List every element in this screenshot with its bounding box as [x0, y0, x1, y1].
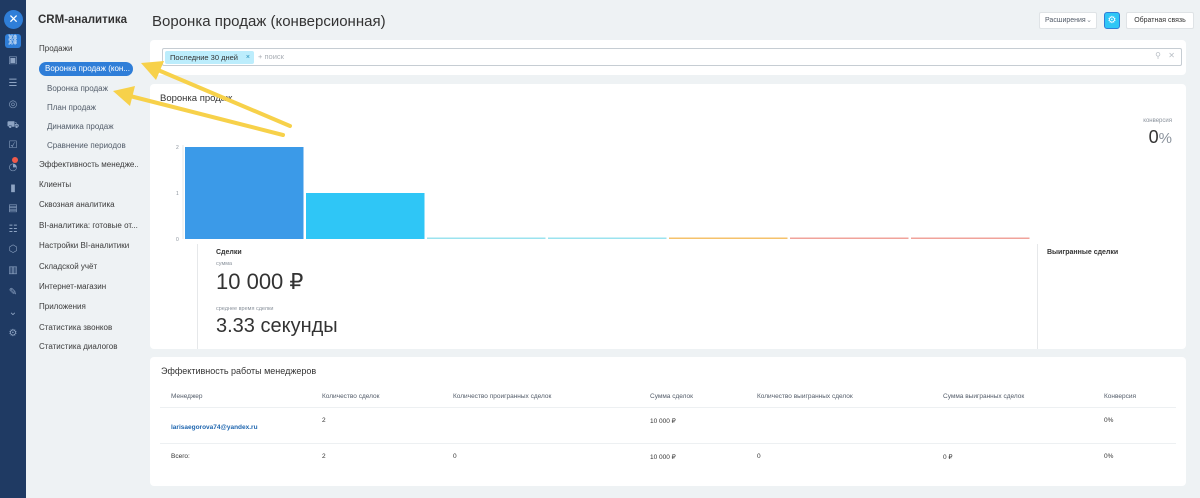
market-icon[interactable]: ⬡ — [5, 243, 21, 257]
main-content: Воронка продаж (конверсионная) Расширени… — [138, 0, 1200, 498]
managers-table-panel: Эффективность работы менеджеров Менеджер… — [150, 357, 1186, 486]
app-icon-rail: ✕ ⛓ ▣ ☰ ◎ ⛟ ☑ ◔ ▮ ▤ ☷ ⬡ ▥ ✎ ⌄ ⚙ — [0, 0, 26, 498]
total-label: Всего: — [171, 453, 190, 460]
funnel-bar[interactable] — [306, 193, 425, 239]
page-title: Воронка продаж (конверсионная) — [152, 13, 386, 30]
settings-icon[interactable]: ⚙ — [5, 327, 21, 341]
funnel-bar[interactable] — [185, 147, 304, 239]
search-input[interactable]: + поиск — [258, 52, 284, 61]
total-conversion: 0% — [1104, 453, 1114, 460]
menu-title: CRM-аналитика — [38, 14, 127, 26]
menu-item-manager-efficiency[interactable]: Эффективность менедже... — [39, 160, 141, 169]
crm-analytics-menu: CRM-аналитика Продажи Воронка продаж (ко… — [26, 0, 141, 498]
funnel-bar[interactable] — [669, 237, 788, 240]
col-conversion: Конверсия — [1104, 393, 1137, 400]
menu-item-funnel-conversion[interactable]: Воронка продаж (кон... — [39, 62, 133, 76]
deals-heading: Сделки — [216, 249, 242, 256]
col-lost-count: Количество проигранных сделок — [453, 393, 552, 400]
conversion-value: 0% — [1149, 127, 1172, 148]
settings-button[interactable]: ⚙ — [1104, 12, 1120, 29]
col-deal-count: Количество сделок — [322, 393, 380, 400]
y-tick-label: 2 — [176, 145, 179, 151]
chevron-down-icon: ⌄ — [1086, 17, 1092, 24]
gear-icon: ⚙ — [1107, 15, 1117, 26]
menu-item-applications[interactable]: Приложения — [39, 302, 86, 311]
total-deal-sum: 10 000 ₽ — [650, 454, 676, 461]
col-won-sum: Сумма выигранных сделок — [943, 393, 1025, 400]
funnel-title: Воронка продаж — [160, 93, 233, 104]
row-divider — [160, 443, 1176, 444]
feedback-button[interactable]: Обратная связь — [1126, 12, 1194, 29]
contacts-icon[interactable]: ▤ — [5, 202, 21, 216]
funnel-bar[interactable] — [427, 237, 546, 240]
docs-icon[interactable]: ▥ — [5, 264, 21, 278]
total-won-sum: 0 ₽ — [943, 454, 953, 461]
storage-icon[interactable]: ☰ — [5, 77, 21, 91]
menu-item-clients[interactable]: Клиенты — [39, 180, 71, 189]
search-icon[interactable]: ⚲ — [1155, 51, 1161, 60]
crm-icon[interactable]: ▣ — [5, 54, 21, 68]
link-icon[interactable]: ⛓ — [5, 34, 21, 48]
funnel-bar[interactable] — [548, 237, 667, 240]
sites-icon[interactable]: ◎ — [5, 98, 21, 112]
avg-time-label: среднее время сделки — [216, 306, 274, 312]
sum-label: сумма — [216, 261, 233, 267]
total-lost-count: 0 — [453, 453, 457, 460]
avg-time-value: 3.33 секунды — [216, 315, 338, 337]
shop-icon[interactable]: ⛟ — [5, 119, 21, 133]
y-tick-label: 1 — [176, 191, 179, 197]
menu-item-call-stats[interactable]: Статистика звонков — [39, 323, 112, 332]
y-tick-label: 0 — [176, 237, 179, 243]
funnel-chart: 2 1 0 — [176, 145, 1030, 243]
cell-deal-count: 2 — [322, 417, 326, 424]
close-icon[interactable]: ✕ — [4, 10, 23, 29]
conversion-number: 0 — [1148, 127, 1159, 147]
col-deal-sum: Сумма сделок — [650, 393, 693, 400]
feed-icon[interactable]: ◔ — [5, 161, 21, 175]
funnel-panel: Воронка продаж конверсия 0% 2 1 0 Сделки с… — [150, 84, 1186, 349]
cell-deal-sum: 10 000 ₽ — [650, 418, 676, 425]
won-deals-heading: Выигранные сделки — [1047, 249, 1119, 256]
chip-remove-icon[interactable]: × — [246, 51, 250, 64]
period-filter-chip[interactable]: Последние 30 дней × — [165, 51, 254, 64]
funnel-bar[interactable] — [911, 237, 1030, 240]
cell-conversion: 0% — [1104, 417, 1114, 424]
header-divider — [160, 407, 1176, 408]
col-manager: Менеджер — [171, 393, 203, 400]
menu-item-online-store[interactable]: Интернет-магазин — [39, 282, 106, 291]
col-won-count: Количество выигранных сделок — [757, 393, 853, 400]
menu-item-bi-settings[interactable]: Настройки BI-аналитики — [39, 241, 129, 250]
total-deal-count: 2 — [322, 453, 326, 460]
filter-search-box[interactable]: Последние 30 дней × + поиск ⚲ ✕ — [162, 48, 1182, 66]
total-won-count: 0 — [757, 453, 761, 460]
extensions-select[interactable]: Расширения ⌄ — [1039, 12, 1097, 29]
menu-item-end-to-end[interactable]: Сквозная аналитика — [39, 200, 115, 209]
period-filter-label: Последние 30 дней — [170, 53, 238, 62]
menu-item-sales-plan[interactable]: План продаж — [47, 103, 96, 112]
menu-item-warehouse[interactable]: Складской учёт — [39, 262, 97, 271]
menu-item-bi-reports[interactable]: BI-аналитика: готовые от... — [39, 221, 138, 230]
managers-table-title: Эффективность работы менеджеров — [161, 366, 317, 376]
menu-item-funnel[interactable]: Воронка продаж — [47, 84, 108, 93]
conversion-unit: % — [1158, 130, 1172, 147]
conversion-label: конверсия — [1143, 118, 1172, 124]
sign-icon[interactable]: ✎ — [5, 286, 21, 300]
more-icon[interactable]: ⌄ — [5, 306, 21, 320]
sum-value: 10 000 ₽ — [216, 269, 304, 294]
funnel-bar[interactable] — [790, 237, 909, 240]
close-icon[interactable]: ✕ — [1168, 51, 1175, 60]
tasks-icon[interactable]: ☑ — [5, 139, 21, 153]
notification-dot — [12, 157, 18, 163]
analytics-icon[interactable]: ▮ — [5, 182, 21, 196]
menu-item-sales-dynamics[interactable]: Динамика продаж — [47, 122, 114, 131]
manager-email-link[interactable]: larisaegorova74@yandex.ru — [171, 424, 258, 431]
menu-item-period-compare[interactable]: Сравнение периодов — [47, 141, 126, 150]
menu-item-dialog-stats[interactable]: Статистика диалогов — [39, 342, 117, 351]
extensions-label: Расширения — [1045, 17, 1086, 24]
funnel-stats: Сделки сумма 10 000 ₽ среднее время сдел… — [197, 244, 1038, 349]
filter-panel: Последние 30 дней × + поиск ⚲ ✕ — [150, 40, 1186, 75]
menu-item-sales[interactable]: Продажи — [39, 44, 72, 53]
groups-icon[interactable]: ☷ — [5, 223, 21, 237]
